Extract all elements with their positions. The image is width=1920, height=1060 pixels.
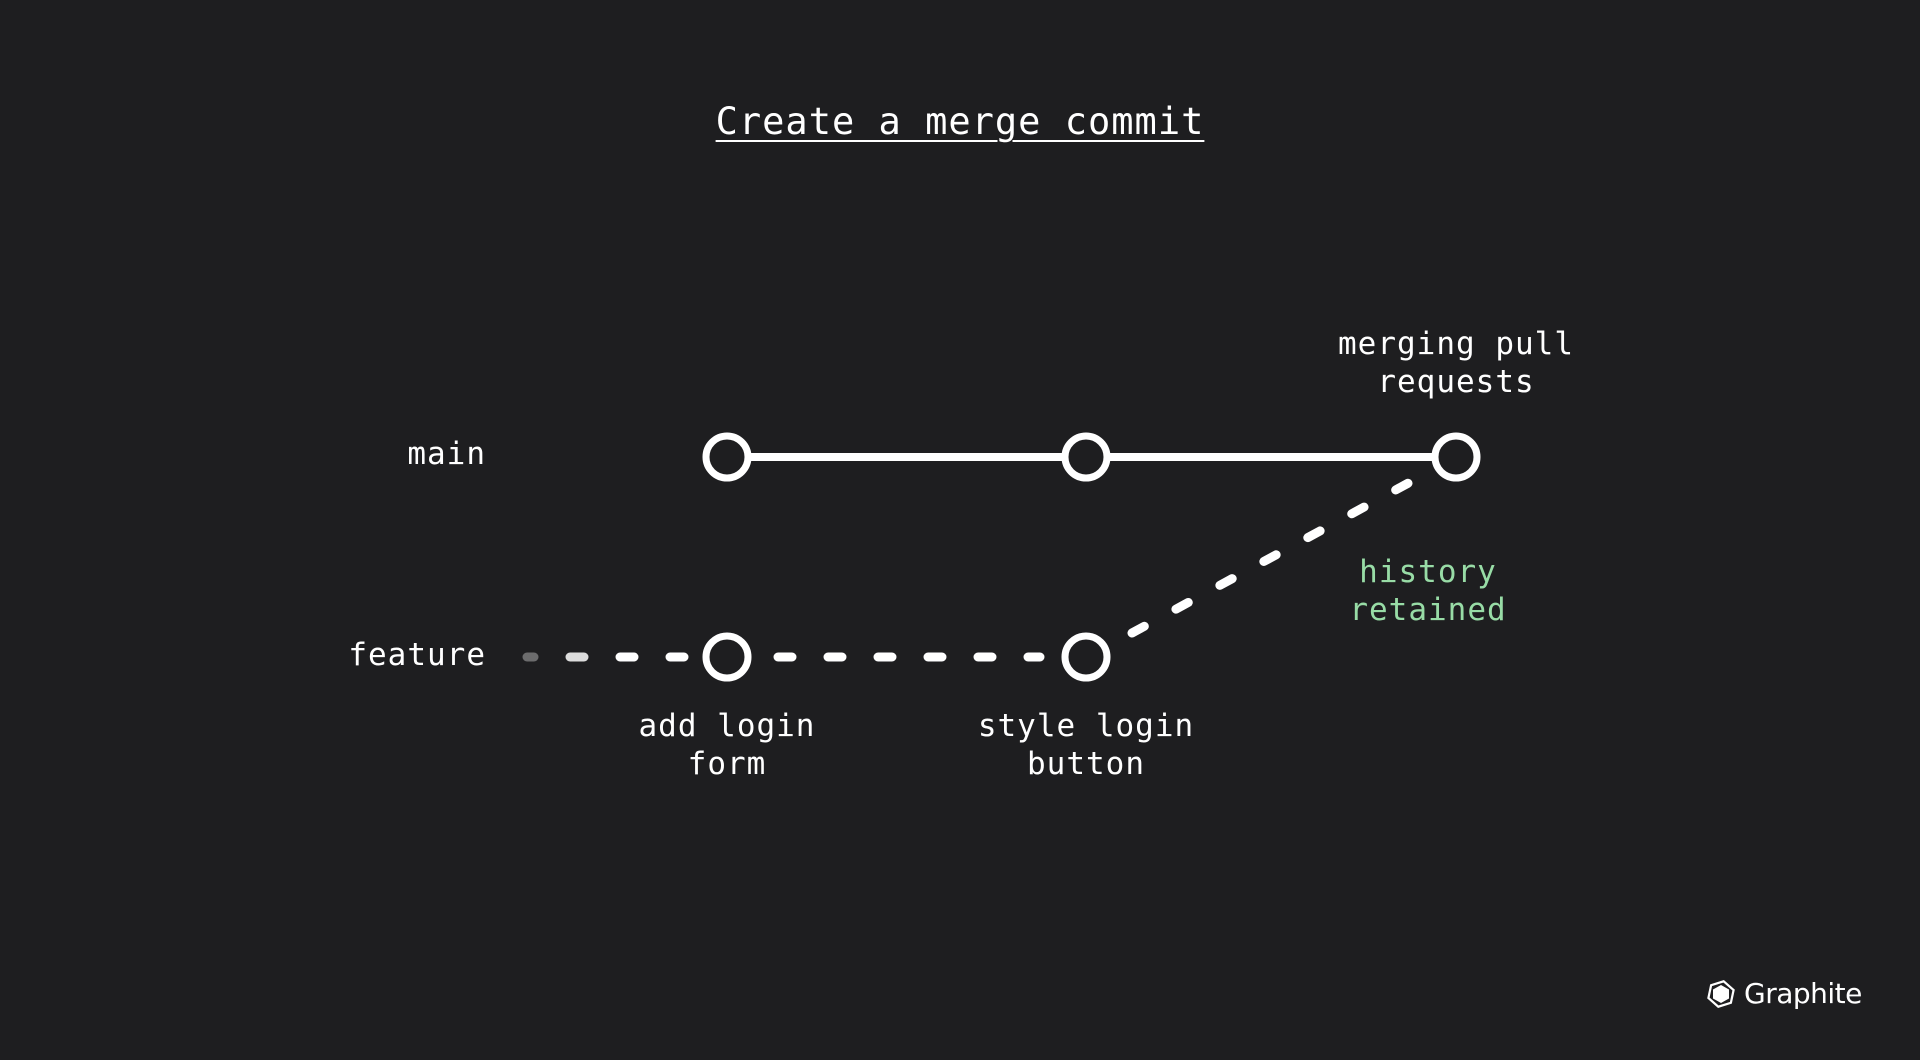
history-retained-annotation: history retained bbox=[1228, 553, 1628, 629]
commit-node-main-2[interactable] bbox=[1061, 432, 1111, 482]
commit-label-feature-1-line1: add login bbox=[638, 708, 816, 744]
commit-node-feature-1[interactable] bbox=[702, 632, 752, 682]
commit-label-merge: merging pull requests bbox=[1256, 325, 1656, 401]
commit-label-feature-1-line2: form bbox=[687, 746, 767, 782]
commit-node-merge[interactable] bbox=[1431, 432, 1481, 482]
graphite-brand: Graphite bbox=[1706, 977, 1862, 1010]
commit-label-merge-line1: merging pull bbox=[1338, 326, 1574, 362]
git-branch-diagram bbox=[522, 432, 1661, 682]
commit-label-feature-2: style login button bbox=[886, 707, 1286, 783]
commit-node-main-1[interactable] bbox=[702, 432, 752, 482]
commit-label-feature-2-line2: button bbox=[1027, 746, 1145, 782]
commit-label-feature-2-line1: style login bbox=[977, 708, 1195, 744]
annotation-line2: retained bbox=[1349, 592, 1507, 628]
branch-label-main: main bbox=[407, 436, 486, 472]
branch-label-feature: feature bbox=[348, 637, 486, 673]
commit-label-feature-1: add login form bbox=[527, 707, 927, 783]
graphite-logo-icon bbox=[1707, 979, 1735, 1008]
commit-node-feature-2[interactable] bbox=[1061, 632, 1111, 682]
commit-label-merge-line2: requests bbox=[1377, 364, 1535, 400]
annotation-line1: history bbox=[1359, 554, 1497, 590]
graphite-logo-text: Graphite bbox=[1744, 977, 1862, 1010]
